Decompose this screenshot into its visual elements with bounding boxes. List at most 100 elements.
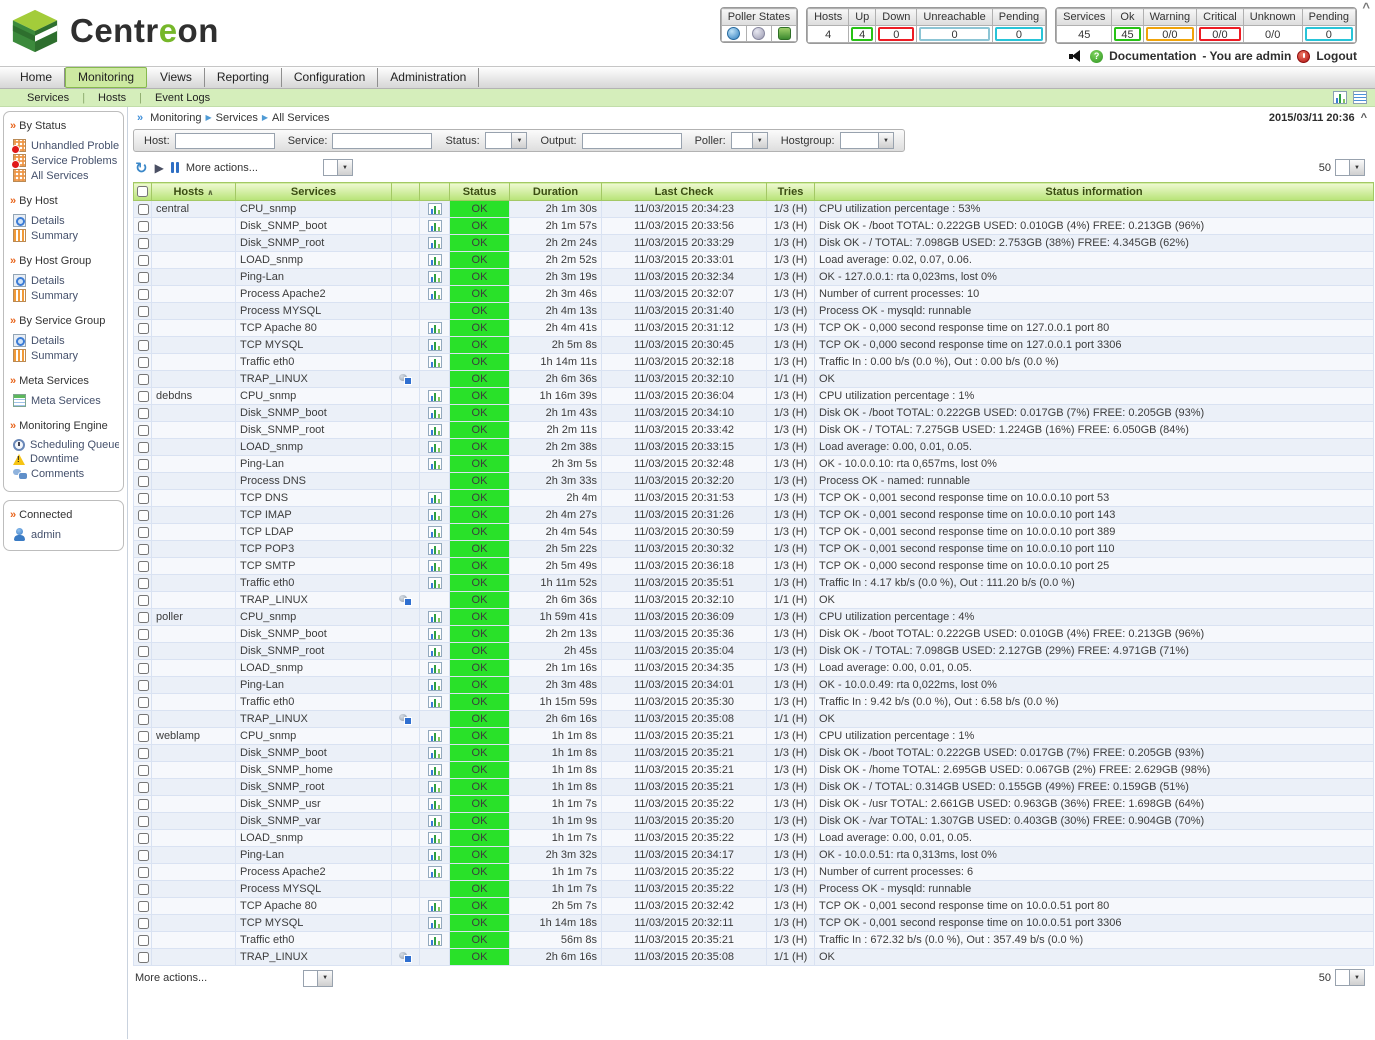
- row-checkbox[interactable]: [138, 833, 149, 844]
- hosts-value-up[interactable]: 4: [851, 27, 873, 41]
- sidebar-item-summary[interactable]: Summary: [10, 228, 119, 243]
- row-checkbox[interactable]: [138, 493, 149, 504]
- service-cell[interactable]: TRAP_LINUX: [236, 711, 392, 728]
- row-checkbox[interactable]: [138, 544, 149, 555]
- service-cell[interactable]: Disk_SNMP_boot: [236, 218, 392, 235]
- service-cell[interactable]: Traffic eth0: [236, 575, 392, 592]
- nav-tab-configuration[interactable]: Configuration: [282, 68, 378, 87]
- service-cell[interactable]: Process Apache2: [236, 286, 392, 303]
- service-cell[interactable]: Disk_SNMP_boot: [236, 745, 392, 762]
- graph-icon[interactable]: [428, 577, 442, 589]
- graph-icon[interactable]: [428, 815, 442, 827]
- row-checkbox[interactable]: [138, 289, 149, 300]
- row-checkbox[interactable]: [138, 459, 149, 470]
- service-cell[interactable]: Disk_SNMP_boot: [236, 405, 392, 422]
- graph-icon[interactable]: [428, 288, 442, 300]
- sidebar-item-details[interactable]: Details: [10, 213, 119, 228]
- graph-icon[interactable]: [428, 645, 442, 657]
- column-header-hosts[interactable]: Hosts ∧: [152, 183, 236, 201]
- graph-icon[interactable]: [428, 832, 442, 844]
- pause-icon[interactable]: [171, 162, 179, 173]
- graph-icon[interactable]: [428, 764, 442, 776]
- page-size-select[interactable]: ▼: [1335, 159, 1365, 176]
- graph-icon[interactable]: [428, 356, 442, 368]
- graph-icon[interactable]: [428, 611, 442, 623]
- host-cell[interactable]: debdns: [152, 388, 236, 405]
- graph-icon[interactable]: [428, 254, 442, 266]
- sidebar-item-meta-services[interactable]: Meta Services: [10, 393, 119, 408]
- service-cell[interactable]: Disk_SNMP_root: [236, 235, 392, 252]
- column-header-status[interactable]: Status: [450, 183, 510, 201]
- row-checkbox[interactable]: [138, 867, 149, 878]
- row-checkbox[interactable]: [138, 952, 149, 963]
- graph-icon[interactable]: [428, 322, 442, 334]
- service-cell[interactable]: Disk_SNMP_home: [236, 762, 392, 779]
- row-checkbox[interactable]: [138, 391, 149, 402]
- row-checkbox[interactable]: [138, 816, 149, 827]
- row-checkbox[interactable]: [138, 238, 149, 249]
- row-checkbox[interactable]: [138, 935, 149, 946]
- service-cell[interactable]: TCP Apache 80: [236, 898, 392, 915]
- poller-filter-select[interactable]: ▼: [731, 132, 768, 149]
- row-checkbox[interactable]: [138, 595, 149, 606]
- graph-icon[interactable]: [428, 203, 442, 215]
- column-header-services[interactable]: Services: [236, 183, 392, 201]
- output-filter-input[interactable]: [582, 133, 682, 149]
- row-checkbox[interactable]: [138, 323, 149, 334]
- hosts-value-hosts[interactable]: 4: [810, 27, 846, 41]
- refresh-icon[interactable]: ↻: [135, 161, 148, 175]
- service-cell[interactable]: Traffic eth0: [236, 354, 392, 371]
- graph-icon[interactable]: [428, 390, 442, 402]
- subnav-services[interactable]: Services: [14, 92, 82, 104]
- row-checkbox[interactable]: [138, 612, 149, 623]
- hosts-value-down[interactable]: 0: [878, 27, 914, 41]
- sidebar-item-comments[interactable]: Comments: [10, 466, 119, 481]
- sidebar-item-service-problems[interactable]: Service Problems: [10, 153, 119, 168]
- row-checkbox[interactable]: [138, 374, 149, 385]
- graph-icon[interactable]: [428, 781, 442, 793]
- host-filter-input[interactable]: [175, 133, 275, 149]
- column-header-tries[interactable]: Tries: [767, 183, 815, 201]
- hosts-value-unreachable[interactable]: 0: [919, 27, 989, 41]
- graph-icon[interactable]: [428, 441, 442, 453]
- row-checkbox[interactable]: [138, 731, 149, 742]
- sidebar-item-all-services[interactable]: All Services: [10, 168, 119, 183]
- row-checkbox[interactable]: [138, 476, 149, 487]
- service-cell[interactable]: Process MYSQL: [236, 303, 392, 320]
- graph-icon[interactable]: [428, 220, 442, 232]
- graph-icon[interactable]: [428, 662, 442, 674]
- graph-icon[interactable]: [428, 900, 442, 912]
- breadcrumb-services[interactable]: Services: [214, 112, 260, 124]
- column-header-last-check[interactable]: Last Check: [602, 183, 767, 201]
- graph-icon[interactable]: [428, 407, 442, 419]
- documentation-link[interactable]: Documentation: [1109, 49, 1196, 63]
- play-icon[interactable]: ▶: [155, 161, 164, 175]
- service-cell[interactable]: LOAD_snmp: [236, 439, 392, 456]
- status-filter-select[interactable]: ▼: [485, 132, 528, 149]
- column-header-status-information[interactable]: Status information: [815, 183, 1374, 201]
- more-actions-select-bottom[interactable]: ▼: [303, 970, 333, 987]
- nav-tab-administration[interactable]: Administration: [378, 68, 479, 87]
- nav-tab-views[interactable]: Views: [148, 68, 205, 87]
- logout-icon[interactable]: [1297, 50, 1310, 63]
- sidebar-item-summary[interactable]: Summary: [10, 348, 119, 363]
- service-cell[interactable]: TRAP_LINUX: [236, 949, 392, 966]
- row-checkbox[interactable]: [138, 442, 149, 453]
- service-cell[interactable]: Disk_SNMP_root: [236, 643, 392, 660]
- service-cell[interactable]: CPU_snmp: [236, 201, 392, 218]
- host-cell[interactable]: weblamp: [152, 728, 236, 745]
- service-cell[interactable]: TCP DNS: [236, 490, 392, 507]
- service-cell[interactable]: LOAD_snmp: [236, 660, 392, 677]
- graph-icon[interactable]: [428, 798, 442, 810]
- row-checkbox[interactable]: [138, 782, 149, 793]
- graph-icon[interactable]: [428, 492, 442, 504]
- graph-icon[interactable]: [428, 917, 442, 929]
- logout-link[interactable]: Logout: [1316, 49, 1357, 63]
- sidebar-item-details[interactable]: Details: [10, 273, 119, 288]
- row-checkbox[interactable]: [138, 255, 149, 266]
- row-checkbox[interactable]: [138, 629, 149, 640]
- service-cell[interactable]: TCP POP3: [236, 541, 392, 558]
- sidebar-item-details[interactable]: Details: [10, 333, 119, 348]
- services-value-pending[interactable]: 0: [1305, 27, 1353, 41]
- graph-icon[interactable]: [428, 424, 442, 436]
